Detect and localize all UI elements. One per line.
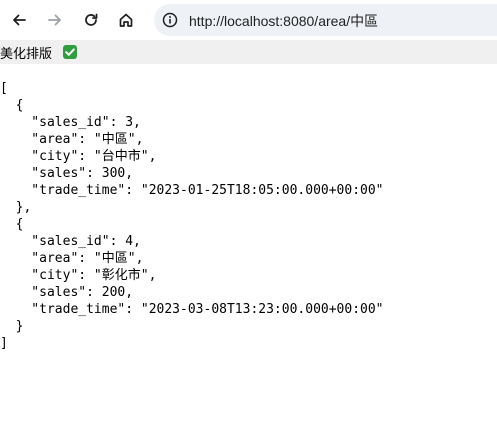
json-line: "area": "中區", [0,132,144,147]
json-line: "trade_time": "2023-01-25T18:05:00.000+0… [0,183,384,198]
json-line: ] [0,336,8,351]
json-line: "area": "中區", [0,251,144,266]
json-line: { [0,217,24,232]
json-view: [ { "sales_id": 3, "area": "中區", "city":… [0,80,384,352]
json-line: "sales_id": 3, [0,115,141,130]
address-bar[interactable]: http://localhost:8080/area/中區 [154,4,497,36]
json-line: "sales": 200, [0,285,134,300]
checkmark-icon [65,48,75,56]
reload-button[interactable] [79,8,103,32]
home-button[interactable] [114,8,138,32]
arrow-left-icon [13,14,26,26]
json-line: "sales_id": 4, [0,234,141,249]
arrow-right-icon [48,14,61,26]
json-line: [ [0,81,8,96]
site-info-button[interactable] [162,12,178,28]
json-line: "city": "台中市", [0,149,157,164]
json-line: }, [0,200,32,215]
browser-toolbar: http://localhost:8080/area/中區 [0,0,497,40]
prettify-label: 美化排版 [0,47,53,62]
prettify-bar: 美化排版 [0,40,497,64]
back-button[interactable] [7,8,31,32]
home-icon [119,13,133,27]
json-line: { [0,98,24,113]
json-line: "sales": 300, [0,166,134,181]
forward-button[interactable] [43,8,67,32]
url-text: http://localhost:8080/area/中區 [189,13,379,29]
reload-icon [85,13,98,26]
json-line: "city": "彰化市", [0,268,157,283]
prettify-checkbox[interactable] [63,45,77,59]
json-line: } [0,319,24,334]
info-icon [162,12,178,28]
json-line: "trade_time": "2023-03-08T13:23:00.000+0… [0,302,384,317]
